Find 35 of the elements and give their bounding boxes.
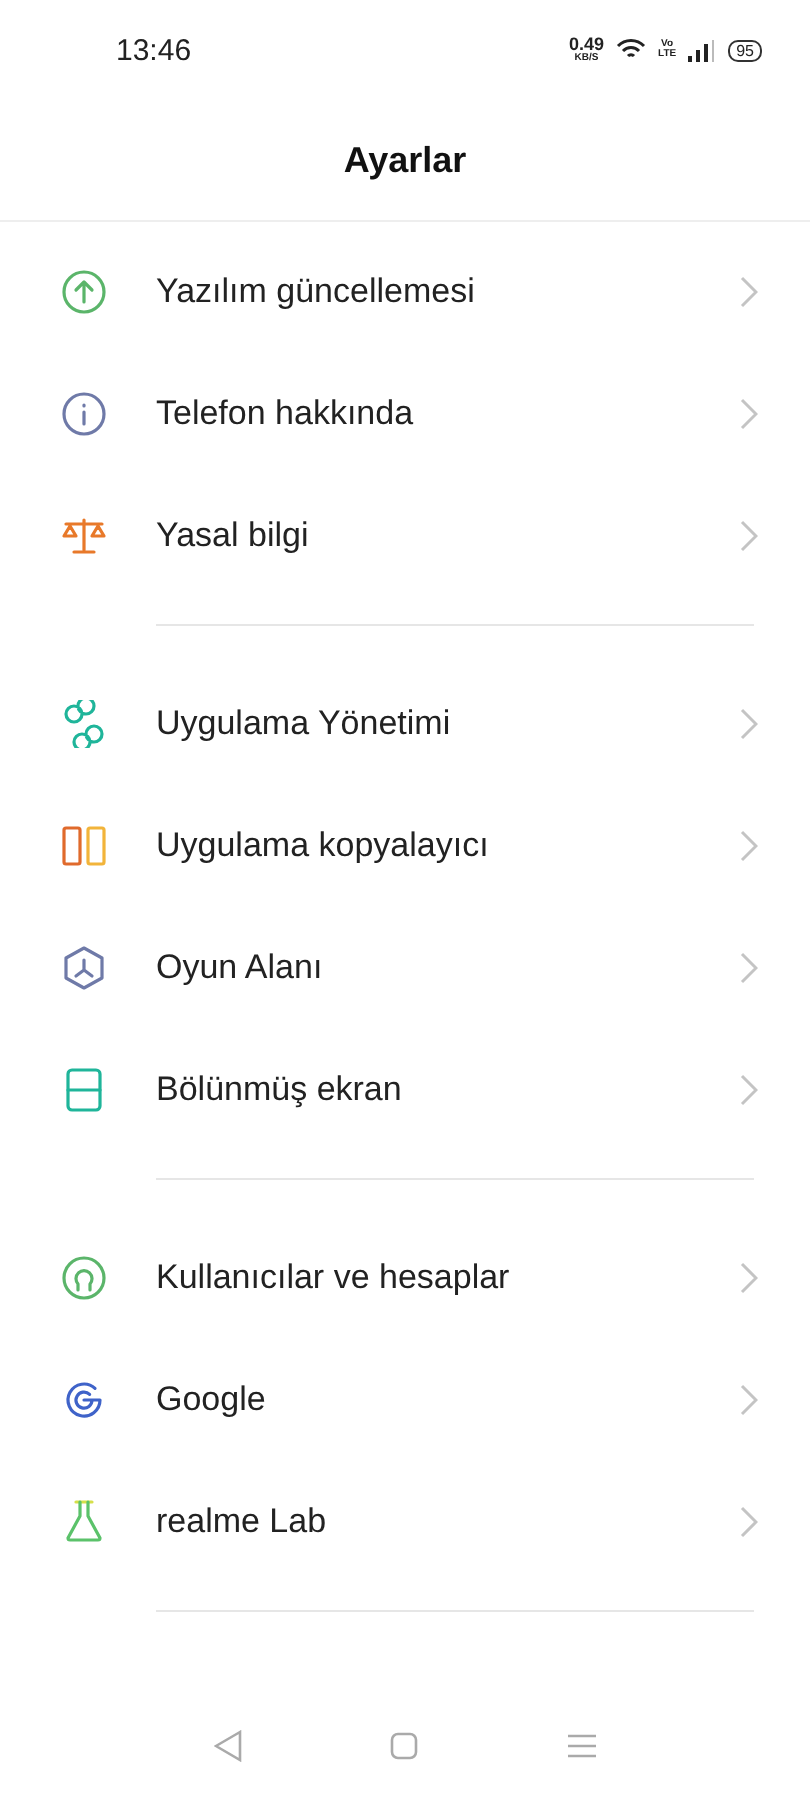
chevron-right-icon (740, 519, 758, 551)
chevron-right-icon (740, 829, 758, 861)
settings-item[interactable]: Yasal bilgi (0, 474, 810, 596)
settings-item[interactable]: Google (0, 1338, 810, 1460)
chevron-right-icon (740, 1505, 758, 1537)
wifi-icon (616, 38, 647, 62)
settings-item[interactable]: Uygulama Yönetimi (0, 662, 810, 784)
user-icon (60, 1253, 108, 1301)
info-icon (60, 389, 108, 437)
settings-item[interactable]: Uygulama kopyalayıcı (0, 784, 810, 906)
chevron-right-icon (740, 1383, 758, 1415)
chevron-right-icon (740, 275, 758, 307)
menu-icon[interactable] (567, 1733, 596, 1757)
chevron-right-icon (740, 1261, 758, 1293)
signal-icon (688, 39, 717, 61)
settings-item[interactable]: Telefon hakkında (0, 352, 810, 474)
settings-item[interactable]: realme Lab (0, 1460, 810, 1582)
split-screen-icon (60, 1065, 108, 1113)
settings-item[interactable]: Kullanıcılar ve hesaplar (0, 1216, 810, 1338)
clock: 13:46 (116, 33, 194, 67)
chevron-right-icon (740, 707, 758, 739)
battery-level: 95 (728, 39, 762, 61)
hexagon-icon (60, 943, 108, 991)
chevron-right-icon (740, 397, 758, 429)
network-speed: 0.49 (568, 36, 605, 54)
page-title: Ayarlar (343, 139, 467, 181)
settings-item[interactable]: Yazılım güncellemesi (0, 230, 810, 352)
flask-icon (60, 1497, 108, 1545)
settings-item[interactable]: Oyun Alanı (0, 906, 810, 1028)
back-icon[interactable] (214, 1729, 243, 1761)
home-icon[interactable] (390, 1731, 419, 1759)
chevron-right-icon (740, 1073, 758, 1105)
twin-panels-icon (60, 821, 108, 869)
chevron-right-icon (740, 951, 758, 983)
settings-item[interactable]: Bölünmüş ekran (0, 1028, 810, 1150)
